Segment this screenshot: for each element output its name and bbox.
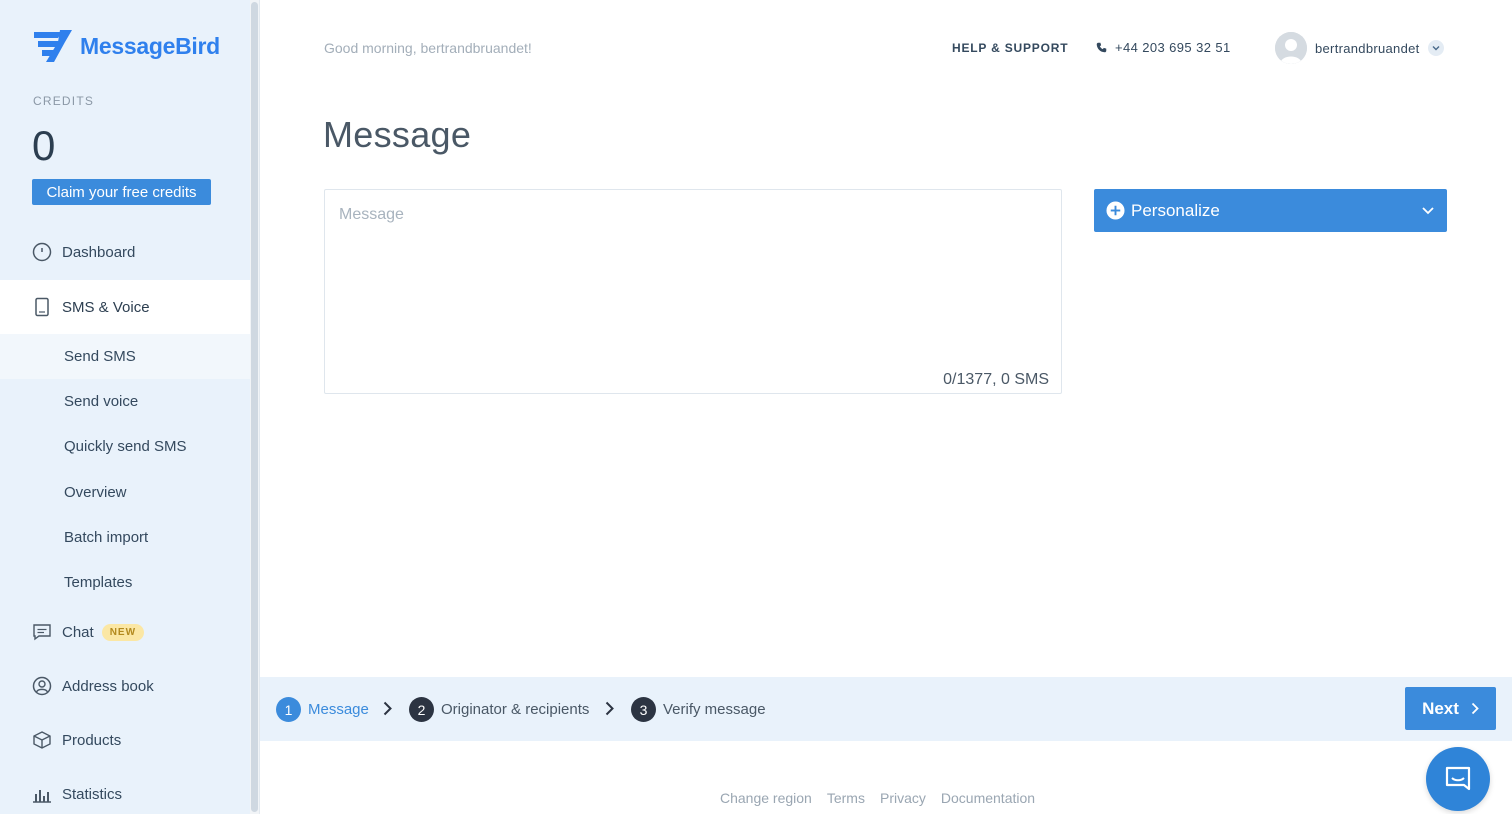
sidebar-item-label: Chat (62, 623, 94, 641)
sidebar-scrollbar[interactable] (250, 0, 259, 814)
chat-bubble-icon (1445, 766, 1471, 791)
phone-device-icon (32, 297, 52, 317)
sidebar-subitem-quick-sms[interactable]: Quickly send SMS (0, 424, 250, 469)
footer-link-documentation[interactable]: Documentation (941, 790, 1035, 806)
sidebar-item-products[interactable]: Products (0, 713, 250, 767)
sidebar-item-sms-voice[interactable]: SMS & Voice (0, 280, 250, 334)
chevron-right-icon (1471, 702, 1479, 715)
sidebar-subitem-templates[interactable]: Templates (0, 560, 250, 605)
brand-name: MessageBird (80, 32, 220, 59)
phone-icon (1096, 42, 1107, 53)
personalize-label: Personalize (1131, 200, 1220, 220)
footer-link-privacy[interactable]: Privacy (880, 790, 926, 806)
sidebar-item-label: Statistics (62, 785, 123, 803)
help-support-link[interactable]: HELP & SUPPORT (952, 41, 1068, 55)
sidebar-subitem-label: Templates (64, 574, 133, 591)
sidebar-subitem-send-voice[interactable]: Send voice (0, 379, 250, 424)
chat-launcher-button[interactable] (1426, 747, 1490, 811)
sidebar-item-label: Products (62, 731, 122, 749)
dashboard-icon (32, 242, 52, 262)
step-number: 1 (276, 697, 301, 722)
page-title: Message (323, 114, 472, 155)
sidebar-subitem-label: Overview (64, 484, 127, 501)
sidebar-subitem-label: Send voice (64, 393, 139, 410)
sidebar-item-label: Dashboard (62, 243, 136, 261)
user-menu[interactable]: bertrandbruandet (1275, 32, 1444, 64)
sidebar-item-chat[interactable]: Chat NEW (0, 605, 250, 659)
chevron-right-icon (383, 701, 392, 716)
footer-link-change-region[interactable]: Change region (720, 790, 812, 806)
next-label: Next (1422, 698, 1459, 718)
sidebar-item-label: Address book (62, 677, 154, 695)
sidebar-item-label: SMS & Voice (62, 298, 150, 316)
sidebar-subitem-label: Batch import (64, 529, 149, 546)
address-book-icon (32, 676, 52, 696)
step-verify-message[interactable]: 3 Verify message (631, 697, 766, 722)
wizard-stepper: 1 Message 2 Originator & recipients 3 Ve… (260, 677, 1512, 741)
sidebar-subitem-label: Quickly send SMS (64, 438, 187, 455)
chat-icon (32, 622, 52, 642)
next-button[interactable]: Next (1405, 687, 1496, 730)
sidebar-subitem-send-sms[interactable]: Send SMS (0, 334, 250, 379)
personalize-dropdown[interactable]: Personalize (1094, 189, 1447, 232)
credits-value: 0 (32, 122, 56, 169)
chevron-down-icon (1422, 207, 1434, 215)
sidebar-item-statistics[interactable]: Statistics (0, 767, 250, 814)
footer-links: Change region Terms Privacy Documentatio… (720, 790, 1035, 806)
avatar (1275, 32, 1307, 64)
sidebar-subitem-overview[interactable]: Overview (0, 470, 250, 515)
messagebird-logo-icon (34, 30, 72, 62)
box-icon (32, 730, 52, 750)
bar-chart-icon (32, 784, 52, 804)
claim-credits-button[interactable]: Claim your free credits (32, 179, 211, 205)
credits-label: CREDITS (33, 94, 95, 108)
chevron-down-icon (1427, 40, 1444, 56)
step-label: Verify message (663, 701, 766, 718)
sidebar-scrollbar-thumb[interactable] (251, 2, 258, 812)
new-badge: NEW (101, 623, 145, 641)
step-number: 2 (409, 697, 434, 722)
step-label: Message (308, 701, 369, 718)
username: bertrandbruandet (1315, 40, 1420, 56)
support-phone[interactable]: +44 203 695 32 51 (1096, 40, 1231, 55)
sidebar-item-dashboard[interactable]: Dashboard (0, 225, 250, 279)
character-counter: 0/1377, 0 SMS (943, 371, 1049, 388)
step-originator-recipients[interactable]: 2 Originator & recipients (409, 697, 589, 722)
step-message[interactable]: 1 Message (276, 697, 369, 722)
greeting-text: Good morning, bertrandbruandet! (324, 40, 532, 56)
sidebar-subitem-label: Send SMS (64, 348, 136, 365)
plus-circle-icon (1106, 201, 1125, 220)
step-label: Originator & recipients (441, 701, 590, 718)
message-input[interactable] (339, 206, 1039, 356)
logo[interactable]: MessageBird (32, 28, 220, 64)
phone-number: +44 203 695 32 51 (1115, 40, 1231, 55)
message-field-container: 0/1377, 0 SMS (324, 189, 1062, 394)
step-number: 3 (631, 697, 656, 722)
sidebar: MessageBird CREDITS 0 Claim your free cr… (0, 0, 250, 814)
sidebar-item-address-book[interactable]: Address book (0, 659, 250, 713)
sidebar-subitem-batch-import[interactable]: Batch import (0, 515, 250, 560)
chevron-right-icon (605, 701, 614, 716)
footer-link-terms[interactable]: Terms (827, 790, 865, 806)
